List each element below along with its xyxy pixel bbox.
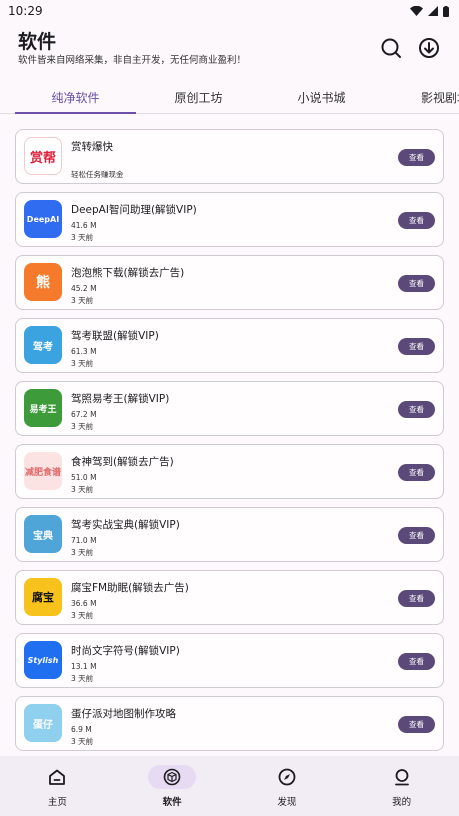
tab-movie-theater[interactable]: 影视剧场 xyxy=(384,84,459,114)
nav-label: 主页 xyxy=(47,797,67,808)
app-name: 泡泡熊下载(解锁去广告) xyxy=(71,267,185,279)
app-size: 61.3 M xyxy=(71,347,97,356)
app-time: 3 天前 xyxy=(71,296,94,305)
app-card[interactable]: 易考王 驾照易考王(解锁VIP) 67.2 M 3 天前 查看 xyxy=(15,381,444,436)
app-card[interactable]: 驾考 驾考联盟(解锁VIP) 61.3 M 3 天前 查看 xyxy=(15,318,444,373)
app-card[interactable]: DeepAI DeepAI智问助理(解锁VIP) 41.6 M 3 天前 查看 xyxy=(15,192,444,247)
view-button[interactable]: 查看 xyxy=(398,590,435,607)
tab-label: 小说书城 xyxy=(297,91,346,105)
app-name: DeepAI智问助理(解锁VIP) xyxy=(71,204,197,216)
app-size: 41.6 M xyxy=(71,221,97,230)
battery-icon xyxy=(443,5,449,17)
wifi-icon xyxy=(410,6,423,16)
view-button[interactable]: 查看 xyxy=(398,275,435,292)
nav-profile[interactable]: 我的 xyxy=(344,756,459,816)
app-size: 6.9 M xyxy=(71,725,92,734)
app-icon: 蛋仔 xyxy=(24,704,62,742)
app-time: 3 天前 xyxy=(71,359,94,368)
nav-discover[interactable]: 发现 xyxy=(230,756,345,816)
nav-pill xyxy=(263,765,311,789)
app-time: 3 天前 xyxy=(71,611,94,620)
app-size: 13.1 M xyxy=(71,662,97,671)
view-button[interactable]: 查看 xyxy=(398,653,435,670)
app-card[interactable]: 蛋仔 蛋仔派对地图制作攻略 6.9 M 3 天前 查看 xyxy=(15,696,444,751)
app-card[interactable]: 赏帮 赏转爆快 轻松任务赚现金 查看 xyxy=(15,129,444,184)
download-button[interactable] xyxy=(417,36,441,60)
app-card[interactable]: 宝典 驾考实战宝典(解锁VIP) 71.0 M 3 天前 查看 xyxy=(15,507,444,562)
view-button[interactable]: 查看 xyxy=(398,401,435,418)
header-actions xyxy=(379,36,441,60)
view-button[interactable]: 查看 xyxy=(398,464,435,481)
nav-label: 发现 xyxy=(277,797,297,808)
nav-pill xyxy=(378,765,426,789)
header: 软件 软件皆来自网络采集，非自主开发，无任何商业盈利！ xyxy=(18,30,443,70)
app-icon: 易考王 xyxy=(24,389,62,427)
app-icon: 减肥食谱 xyxy=(24,452,62,490)
cube-icon xyxy=(163,768,181,786)
nav-label: 我的 xyxy=(392,797,412,808)
tab-label: 纯净软件 xyxy=(51,91,100,105)
nav-pill-active xyxy=(148,765,197,789)
search-button[interactable] xyxy=(379,36,403,60)
bottom-navigation: 主页 软件 发现 我的 xyxy=(0,756,459,816)
view-button[interactable]: 查看 xyxy=(398,212,435,229)
app-time: 3 天前 xyxy=(71,548,94,557)
nav-label: 软件 xyxy=(162,797,182,808)
view-button[interactable]: 查看 xyxy=(398,338,435,355)
tab-pure-software[interactable]: 纯净软件 xyxy=(15,84,136,114)
nav-software[interactable]: 软件 xyxy=(115,756,230,816)
active-tab-indicator xyxy=(15,112,136,114)
app-list: 赏帮 赏转爆快 轻松任务赚现金 查看 DeepAI DeepAI智问助理(解锁V… xyxy=(15,129,444,759)
category-tabs: 纯净软件 原创工坊 小说书城 影视剧场 xyxy=(0,84,459,114)
app-time: 3 天前 xyxy=(71,737,94,746)
app-card[interactable]: 减肥食谱 食神驾到(解锁去广告) 51.0 M 3 天前 查看 xyxy=(15,444,444,499)
app-icon: 赏帮 xyxy=(24,137,62,175)
app-name: 驾考实战宝典(解锁VIP) xyxy=(71,519,180,531)
view-button[interactable]: 查看 xyxy=(398,149,435,166)
tab-novel-store[interactable]: 小说书城 xyxy=(261,84,382,114)
app-description: 轻松任务赚现金 xyxy=(71,170,124,179)
app-name: 食神驾到(解锁去广告) xyxy=(71,456,174,468)
status-bar: 10:29 xyxy=(0,0,459,22)
tab-label: 原创工坊 xyxy=(174,91,223,105)
app-size: 45.2 M xyxy=(71,284,97,293)
tab-label: 影视剧场 xyxy=(421,91,459,105)
app-size: 71.0 M xyxy=(71,536,97,545)
app-name: 蛋仔派对地图制作攻略 xyxy=(71,708,176,720)
view-button[interactable]: 查看 xyxy=(398,716,435,733)
tab-original-workshop[interactable]: 原创工坊 xyxy=(138,84,259,114)
app-size: 36.6 M xyxy=(71,599,97,608)
app-time: 3 天前 xyxy=(71,485,94,494)
app-time: 3 天前 xyxy=(71,233,94,242)
app-name: 驾考联盟(解锁VIP) xyxy=(71,330,159,342)
app-name: 驾照易考王(解锁VIP) xyxy=(71,393,170,405)
app-name: 时尚文字符号(解锁VIP) xyxy=(71,645,180,657)
nav-pill xyxy=(33,765,81,789)
app-icon: 宝典 xyxy=(24,515,62,553)
status-time: 10:29 xyxy=(8,4,43,18)
profile-icon xyxy=(394,769,409,786)
view-button[interactable]: 查看 xyxy=(398,527,435,544)
download-icon xyxy=(419,38,439,58)
app-name: 赏转爆快 xyxy=(71,141,113,153)
app-time: 3 天前 xyxy=(71,674,94,683)
nav-home[interactable]: 主页 xyxy=(0,756,115,816)
compass-icon xyxy=(278,768,296,786)
app-card[interactable]: Stylish 时尚文字符号(解锁VIP) 13.1 M 3 天前 查看 xyxy=(15,633,444,688)
status-icons xyxy=(410,5,449,17)
signal-icon xyxy=(428,6,438,16)
app-size: 67.2 M xyxy=(71,410,97,419)
app-size: 51.0 M xyxy=(71,473,97,482)
app-icon: Stylish xyxy=(24,641,62,679)
app-card[interactable]: 熊 泡泡熊下载(解锁去广告) 45.2 M 3 天前 查看 xyxy=(15,255,444,310)
app-time: 3 天前 xyxy=(71,422,94,431)
app-name: 腐宝FM助眠(解锁去广告) xyxy=(71,582,189,594)
app-icon: DeepAI xyxy=(24,200,62,238)
app-icon: 驾考 xyxy=(24,326,62,364)
home-icon xyxy=(49,769,66,785)
app-icon: 腐宝 xyxy=(24,578,62,616)
app-icon: 熊 xyxy=(24,263,62,301)
app-card[interactable]: 腐宝 腐宝FM助眠(解锁去广告) 36.6 M 3 天前 查看 xyxy=(15,570,444,625)
search-icon xyxy=(381,38,401,58)
